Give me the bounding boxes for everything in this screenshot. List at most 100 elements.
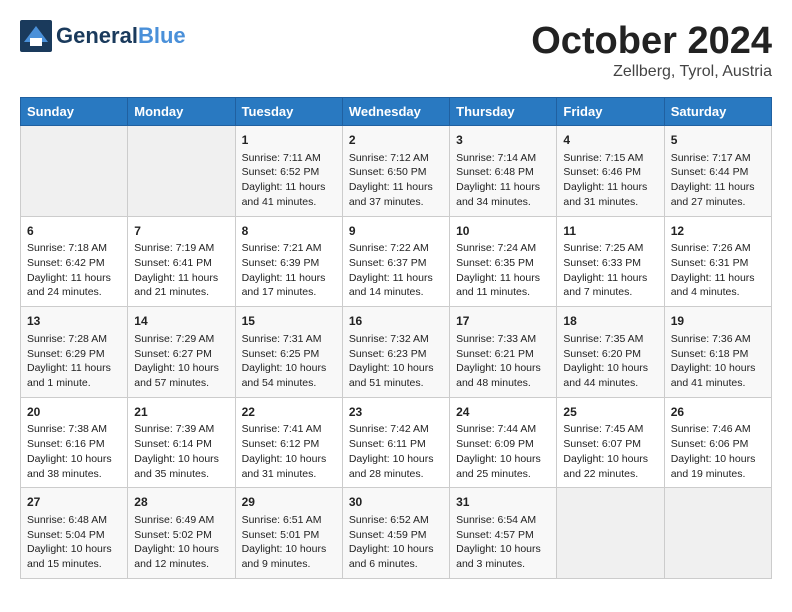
- sunset-text: Sunset: 6:11 PM: [349, 437, 443, 452]
- sunrise-text: Sunrise: 7:19 AM: [134, 241, 228, 256]
- cell-content: 31Sunrise: 6:54 AMSunset: 4:57 PMDayligh…: [456, 494, 550, 572]
- cell-content: 20Sunrise: 7:38 AMSunset: 6:16 PMDayligh…: [27, 404, 121, 482]
- daylight-text: Daylight: 11 hours and 34 minutes.: [456, 180, 550, 209]
- day-number: 27: [27, 494, 121, 511]
- cell-content: 17Sunrise: 7:33 AMSunset: 6:21 PMDayligh…: [456, 313, 550, 391]
- sunrise-text: Sunrise: 7:38 AM: [27, 422, 121, 437]
- daylight-text: Daylight: 11 hours and 21 minutes.: [134, 271, 228, 300]
- calendar-cell: 20Sunrise: 7:38 AMSunset: 6:16 PMDayligh…: [21, 397, 128, 488]
- calendar-cell: 16Sunrise: 7:32 AMSunset: 6:23 PMDayligh…: [342, 307, 449, 398]
- sunrise-text: Sunrise: 7:45 AM: [563, 422, 657, 437]
- sunset-text: Sunset: 6:50 PM: [349, 165, 443, 180]
- sunset-text: Sunset: 6:35 PM: [456, 256, 550, 271]
- day-number: 30: [349, 494, 443, 511]
- cell-content: 30Sunrise: 6:52 AMSunset: 4:59 PMDayligh…: [349, 494, 443, 572]
- daylight-text: Daylight: 11 hours and 14 minutes.: [349, 271, 443, 300]
- sunrise-text: Sunrise: 7:11 AM: [242, 151, 336, 166]
- day-number: 4: [563, 132, 657, 149]
- cell-content: 5Sunrise: 7:17 AMSunset: 6:44 PMDaylight…: [671, 132, 765, 210]
- cell-content: 13Sunrise: 7:28 AMSunset: 6:29 PMDayligh…: [27, 313, 121, 391]
- daylight-text: Daylight: 10 hours and 28 minutes.: [349, 452, 443, 481]
- day-number: 21: [134, 404, 228, 421]
- sunset-text: Sunset: 6:21 PM: [456, 347, 550, 362]
- sunrise-text: Sunrise: 7:25 AM: [563, 241, 657, 256]
- calendar-cell: [557, 488, 664, 579]
- daylight-text: Daylight: 11 hours and 27 minutes.: [671, 180, 765, 209]
- daylight-text: Daylight: 10 hours and 57 minutes.: [134, 361, 228, 390]
- calendar-cell: 7Sunrise: 7:19 AMSunset: 6:41 PMDaylight…: [128, 216, 235, 307]
- sunset-text: Sunset: 6:07 PM: [563, 437, 657, 452]
- weekday-header: Tuesday: [235, 98, 342, 126]
- cell-content: 11Sunrise: 7:25 AMSunset: 6:33 PMDayligh…: [563, 223, 657, 301]
- daylight-text: Daylight: 10 hours and 15 minutes.: [27, 542, 121, 571]
- sunset-text: Sunset: 6:25 PM: [242, 347, 336, 362]
- sunset-text: Sunset: 6:39 PM: [242, 256, 336, 271]
- cell-content: 3Sunrise: 7:14 AMSunset: 6:48 PMDaylight…: [456, 132, 550, 210]
- cell-content: 18Sunrise: 7:35 AMSunset: 6:20 PMDayligh…: [563, 313, 657, 391]
- sunset-text: Sunset: 5:02 PM: [134, 528, 228, 543]
- sunrise-text: Sunrise: 7:32 AM: [349, 332, 443, 347]
- calendar-cell: 1Sunrise: 7:11 AMSunset: 6:52 PMDaylight…: [235, 126, 342, 217]
- day-number: 10: [456, 223, 550, 240]
- sunset-text: Sunset: 6:37 PM: [349, 256, 443, 271]
- sunset-text: Sunset: 6:12 PM: [242, 437, 336, 452]
- day-number: 25: [563, 404, 657, 421]
- month-title: October 2024: [531, 20, 772, 63]
- sunset-text: Sunset: 6:18 PM: [671, 347, 765, 362]
- daylight-text: Daylight: 11 hours and 24 minutes.: [27, 271, 121, 300]
- cell-content: 26Sunrise: 7:46 AMSunset: 6:06 PMDayligh…: [671, 404, 765, 482]
- calendar-cell: [128, 126, 235, 217]
- weekday-header: Monday: [128, 98, 235, 126]
- sunrise-text: Sunrise: 7:41 AM: [242, 422, 336, 437]
- daylight-text: Daylight: 11 hours and 37 minutes.: [349, 180, 443, 209]
- calendar-cell: 30Sunrise: 6:52 AMSunset: 4:59 PMDayligh…: [342, 488, 449, 579]
- sunrise-text: Sunrise: 6:54 AM: [456, 513, 550, 528]
- cell-content: 8Sunrise: 7:21 AMSunset: 6:39 PMDaylight…: [242, 223, 336, 301]
- calendar-cell: 6Sunrise: 7:18 AMSunset: 6:42 PMDaylight…: [21, 216, 128, 307]
- cell-content: 15Sunrise: 7:31 AMSunset: 6:25 PMDayligh…: [242, 313, 336, 391]
- daylight-text: Daylight: 10 hours and 54 minutes.: [242, 361, 336, 390]
- weekday-header: Saturday: [664, 98, 771, 126]
- calendar-cell: 25Sunrise: 7:45 AMSunset: 6:07 PMDayligh…: [557, 397, 664, 488]
- logo-icon: [20, 20, 52, 52]
- sunrise-text: Sunrise: 7:33 AM: [456, 332, 550, 347]
- cell-content: 2Sunrise: 7:12 AMSunset: 6:50 PMDaylight…: [349, 132, 443, 210]
- weekday-header: Wednesday: [342, 98, 449, 126]
- day-number: 31: [456, 494, 550, 511]
- sunset-text: Sunset: 6:46 PM: [563, 165, 657, 180]
- day-number: 3: [456, 132, 550, 149]
- daylight-text: Daylight: 10 hours and 25 minutes.: [456, 452, 550, 481]
- weekday-header: Sunday: [21, 98, 128, 126]
- sunrise-text: Sunrise: 7:28 AM: [27, 332, 121, 347]
- sunset-text: Sunset: 6:14 PM: [134, 437, 228, 452]
- sunset-text: Sunset: 6:44 PM: [671, 165, 765, 180]
- sunrise-text: Sunrise: 7:31 AM: [242, 332, 336, 347]
- calendar-week-row: 13Sunrise: 7:28 AMSunset: 6:29 PMDayligh…: [21, 307, 772, 398]
- cell-content: 14Sunrise: 7:29 AMSunset: 6:27 PMDayligh…: [134, 313, 228, 391]
- cell-content: 21Sunrise: 7:39 AMSunset: 6:14 PMDayligh…: [134, 404, 228, 482]
- sunrise-text: Sunrise: 7:22 AM: [349, 241, 443, 256]
- calendar-cell: [664, 488, 771, 579]
- daylight-text: Daylight: 11 hours and 31 minutes.: [563, 180, 657, 209]
- sunrise-text: Sunrise: 7:46 AM: [671, 422, 765, 437]
- calendar-cell: 18Sunrise: 7:35 AMSunset: 6:20 PMDayligh…: [557, 307, 664, 398]
- day-number: 29: [242, 494, 336, 511]
- calendar-cell: 28Sunrise: 6:49 AMSunset: 5:02 PMDayligh…: [128, 488, 235, 579]
- calendar-cell: 13Sunrise: 7:28 AMSunset: 6:29 PMDayligh…: [21, 307, 128, 398]
- weekday-header: Friday: [557, 98, 664, 126]
- day-number: 19: [671, 313, 765, 330]
- logo-blue: Blue: [138, 23, 186, 48]
- cell-content: 4Sunrise: 7:15 AMSunset: 6:46 PMDaylight…: [563, 132, 657, 210]
- day-number: 12: [671, 223, 765, 240]
- calendar-cell: 15Sunrise: 7:31 AMSunset: 6:25 PMDayligh…: [235, 307, 342, 398]
- day-number: 16: [349, 313, 443, 330]
- daylight-text: Daylight: 11 hours and 17 minutes.: [242, 271, 336, 300]
- daylight-text: Daylight: 10 hours and 3 minutes.: [456, 542, 550, 571]
- calendar-cell: 26Sunrise: 7:46 AMSunset: 6:06 PMDayligh…: [664, 397, 771, 488]
- day-number: 24: [456, 404, 550, 421]
- header-row: SundayMondayTuesdayWednesdayThursdayFrid…: [21, 98, 772, 126]
- calendar-cell: 19Sunrise: 7:36 AMSunset: 6:18 PMDayligh…: [664, 307, 771, 398]
- day-number: 11: [563, 223, 657, 240]
- sunset-text: Sunset: 6:09 PM: [456, 437, 550, 452]
- sunset-text: Sunset: 6:41 PM: [134, 256, 228, 271]
